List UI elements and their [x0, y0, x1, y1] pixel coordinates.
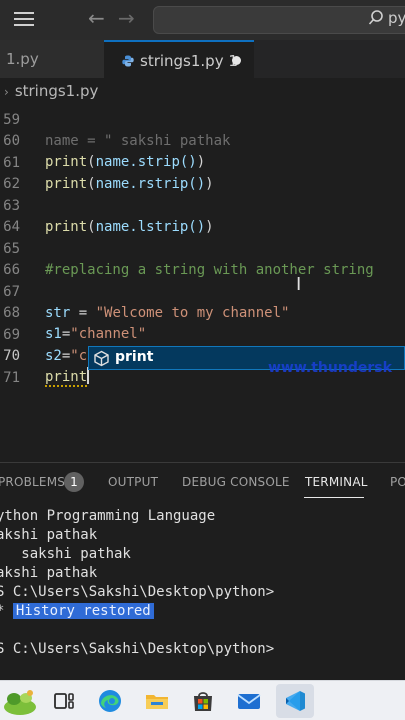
- terminal-line: sakshi pathak: [0, 546, 131, 562]
- bottom-panel: PROBLEMS 1 OUTPUT DEBUG CONSOLE TERMINAL…: [0, 462, 405, 682]
- code-line: 60 print(name.strip()): [0, 110, 405, 170]
- code-editor[interactable]: 59 name = " sakshi pathak 60 print(name.…: [0, 100, 405, 460]
- code-line: 68 s1="channel": [0, 282, 405, 342]
- store-icon[interactable]: [189, 687, 217, 715]
- search-text: py: [388, 9, 405, 27]
- history-restored-label: History restored: [12, 603, 154, 619]
- terminal-line: akshi pathak: [0, 527, 98, 543]
- forward-arrow-icon[interactable]: →: [118, 6, 135, 30]
- unsaved-dot-icon[interactable]: [232, 56, 241, 65]
- code-line: 64: [0, 196, 405, 235]
- code-text: print: [45, 367, 90, 388]
- code-line: 69 s2="class": [0, 304, 405, 364]
- edge-icon[interactable]: [96, 687, 124, 715]
- active-tab-indicator: [304, 497, 364, 498]
- menu-icon[interactable]: [12, 8, 36, 32]
- tab-problems[interactable]: PROBLEMS: [0, 475, 65, 489]
- code-line: 63 print(name.lstrip()): [0, 175, 405, 235]
- problems-count-badge: 1: [64, 472, 84, 492]
- tab-output[interactable]: OUTPUT: [108, 475, 158, 489]
- history-star: *: [0, 603, 4, 619]
- code-typed-text: print: [45, 369, 88, 387]
- suggestion-label: print: [115, 349, 154, 365]
- task-view-icon[interactable]: [50, 687, 78, 715]
- terminal-line: S C:\Users\Sakshi\Desktop\python>: [0, 584, 275, 600]
- back-arrow-icon[interactable]: ←: [88, 6, 105, 30]
- vscode-taskbar-item[interactable]: [276, 684, 314, 718]
- terminal-line: S C:\Users\Sakshi\Desktop\python>: [0, 641, 275, 657]
- code-line: 59 name = " sakshi pathak: [0, 89, 405, 149]
- tab-strings1-py[interactable]: strings1.py 1: [104, 40, 254, 78]
- mail-icon[interactable]: [235, 687, 263, 715]
- code-line: 66: [0, 239, 405, 278]
- tab-1-py[interactable]: 1.py: [0, 40, 104, 78]
- vscode-icon: [286, 691, 305, 711]
- line-number: 71: [3, 370, 20, 386]
- cube-icon: [94, 350, 109, 367]
- code-line: 62: [0, 153, 405, 192]
- tab-terminal[interactable]: TERMINAL: [305, 475, 368, 489]
- tab-debug-console[interactable]: DEBUG CONSOLE: [182, 475, 290, 489]
- code-line: 61 print(name.rstrip()): [0, 132, 405, 192]
- code-line: 67 str = "Welcome to my channel": [0, 261, 405, 321]
- terminal-line: ython Programming Language: [0, 508, 216, 524]
- widgets-icon[interactable]: [2, 685, 38, 717]
- terminal-line: akshi pathak: [0, 565, 98, 581]
- code-line: 65 #replacing a string with another stri…: [0, 218, 405, 278]
- tab-ports[interactable]: PO: [390, 475, 405, 489]
- terminal-history-line: * History restored: [0, 602, 154, 621]
- editor-tabs: 1.py strings1.py 1: [0, 40, 405, 78]
- ibeam-cursor-icon: I: [296, 274, 302, 295]
- tab-label: 1.py: [6, 50, 39, 68]
- file-explorer-icon[interactable]: [143, 687, 171, 715]
- title-bar: ← → py: [0, 0, 405, 40]
- tab-label: strings1.py 1: [140, 52, 238, 70]
- code-line-active: 70 print: [0, 325, 405, 387]
- search-icon: [368, 10, 383, 25]
- windows-taskbar: [0, 680, 405, 720]
- watermark: www.thundersk: [268, 360, 392, 376]
- python-file-icon: [122, 55, 134, 67]
